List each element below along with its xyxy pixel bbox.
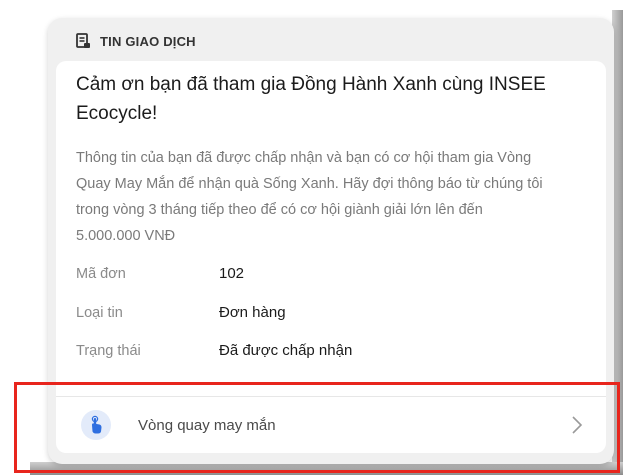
transaction-card: TIN GIAO DỊCH Cảm ơn bạn đã tham gia Đồn…	[48, 18, 614, 464]
lucky-wheel-label: Vòng quay may mắn	[138, 416, 276, 434]
detail-label: Trạng thái	[76, 342, 141, 359]
detail-row-status: Trạng thái Đã được chấp nhận	[76, 342, 352, 359]
chevron-right-icon	[572, 416, 583, 434]
notification-description: Thông tin của bạn đã được chấp nhận và b…	[76, 150, 543, 244]
detail-value: Đơn hàng	[219, 304, 286, 321]
section-label: TIN GIAO DỊCH	[100, 33, 196, 49]
detail-row-type: Loại tin Đơn hàng	[76, 304, 286, 321]
tap-hand-icon	[91, 415, 102, 434]
detail-label: Mã đơn	[76, 265, 126, 282]
detail-label: Loại tin	[76, 304, 123, 321]
detail-value: Đã được chấp nhận	[219, 342, 353, 359]
notification-panel: Cảm ơn bạn đã tham gia Đồng Hành Xanh cù…	[56, 61, 606, 453]
detail-row-order-id: Mã đơn 102	[76, 265, 244, 282]
section-header: TIN GIAO DỊCH	[74, 28, 196, 54]
lucky-wheel-button[interactable]: Vòng quay may mắn	[56, 397, 606, 453]
tap-icon-badge	[81, 410, 111, 440]
receipt-icon	[76, 33, 90, 48]
detail-value: 102	[219, 265, 245, 282]
notification-title: Cảm ơn bạn đã tham gia Đồng Hành Xanh cù…	[76, 74, 546, 124]
